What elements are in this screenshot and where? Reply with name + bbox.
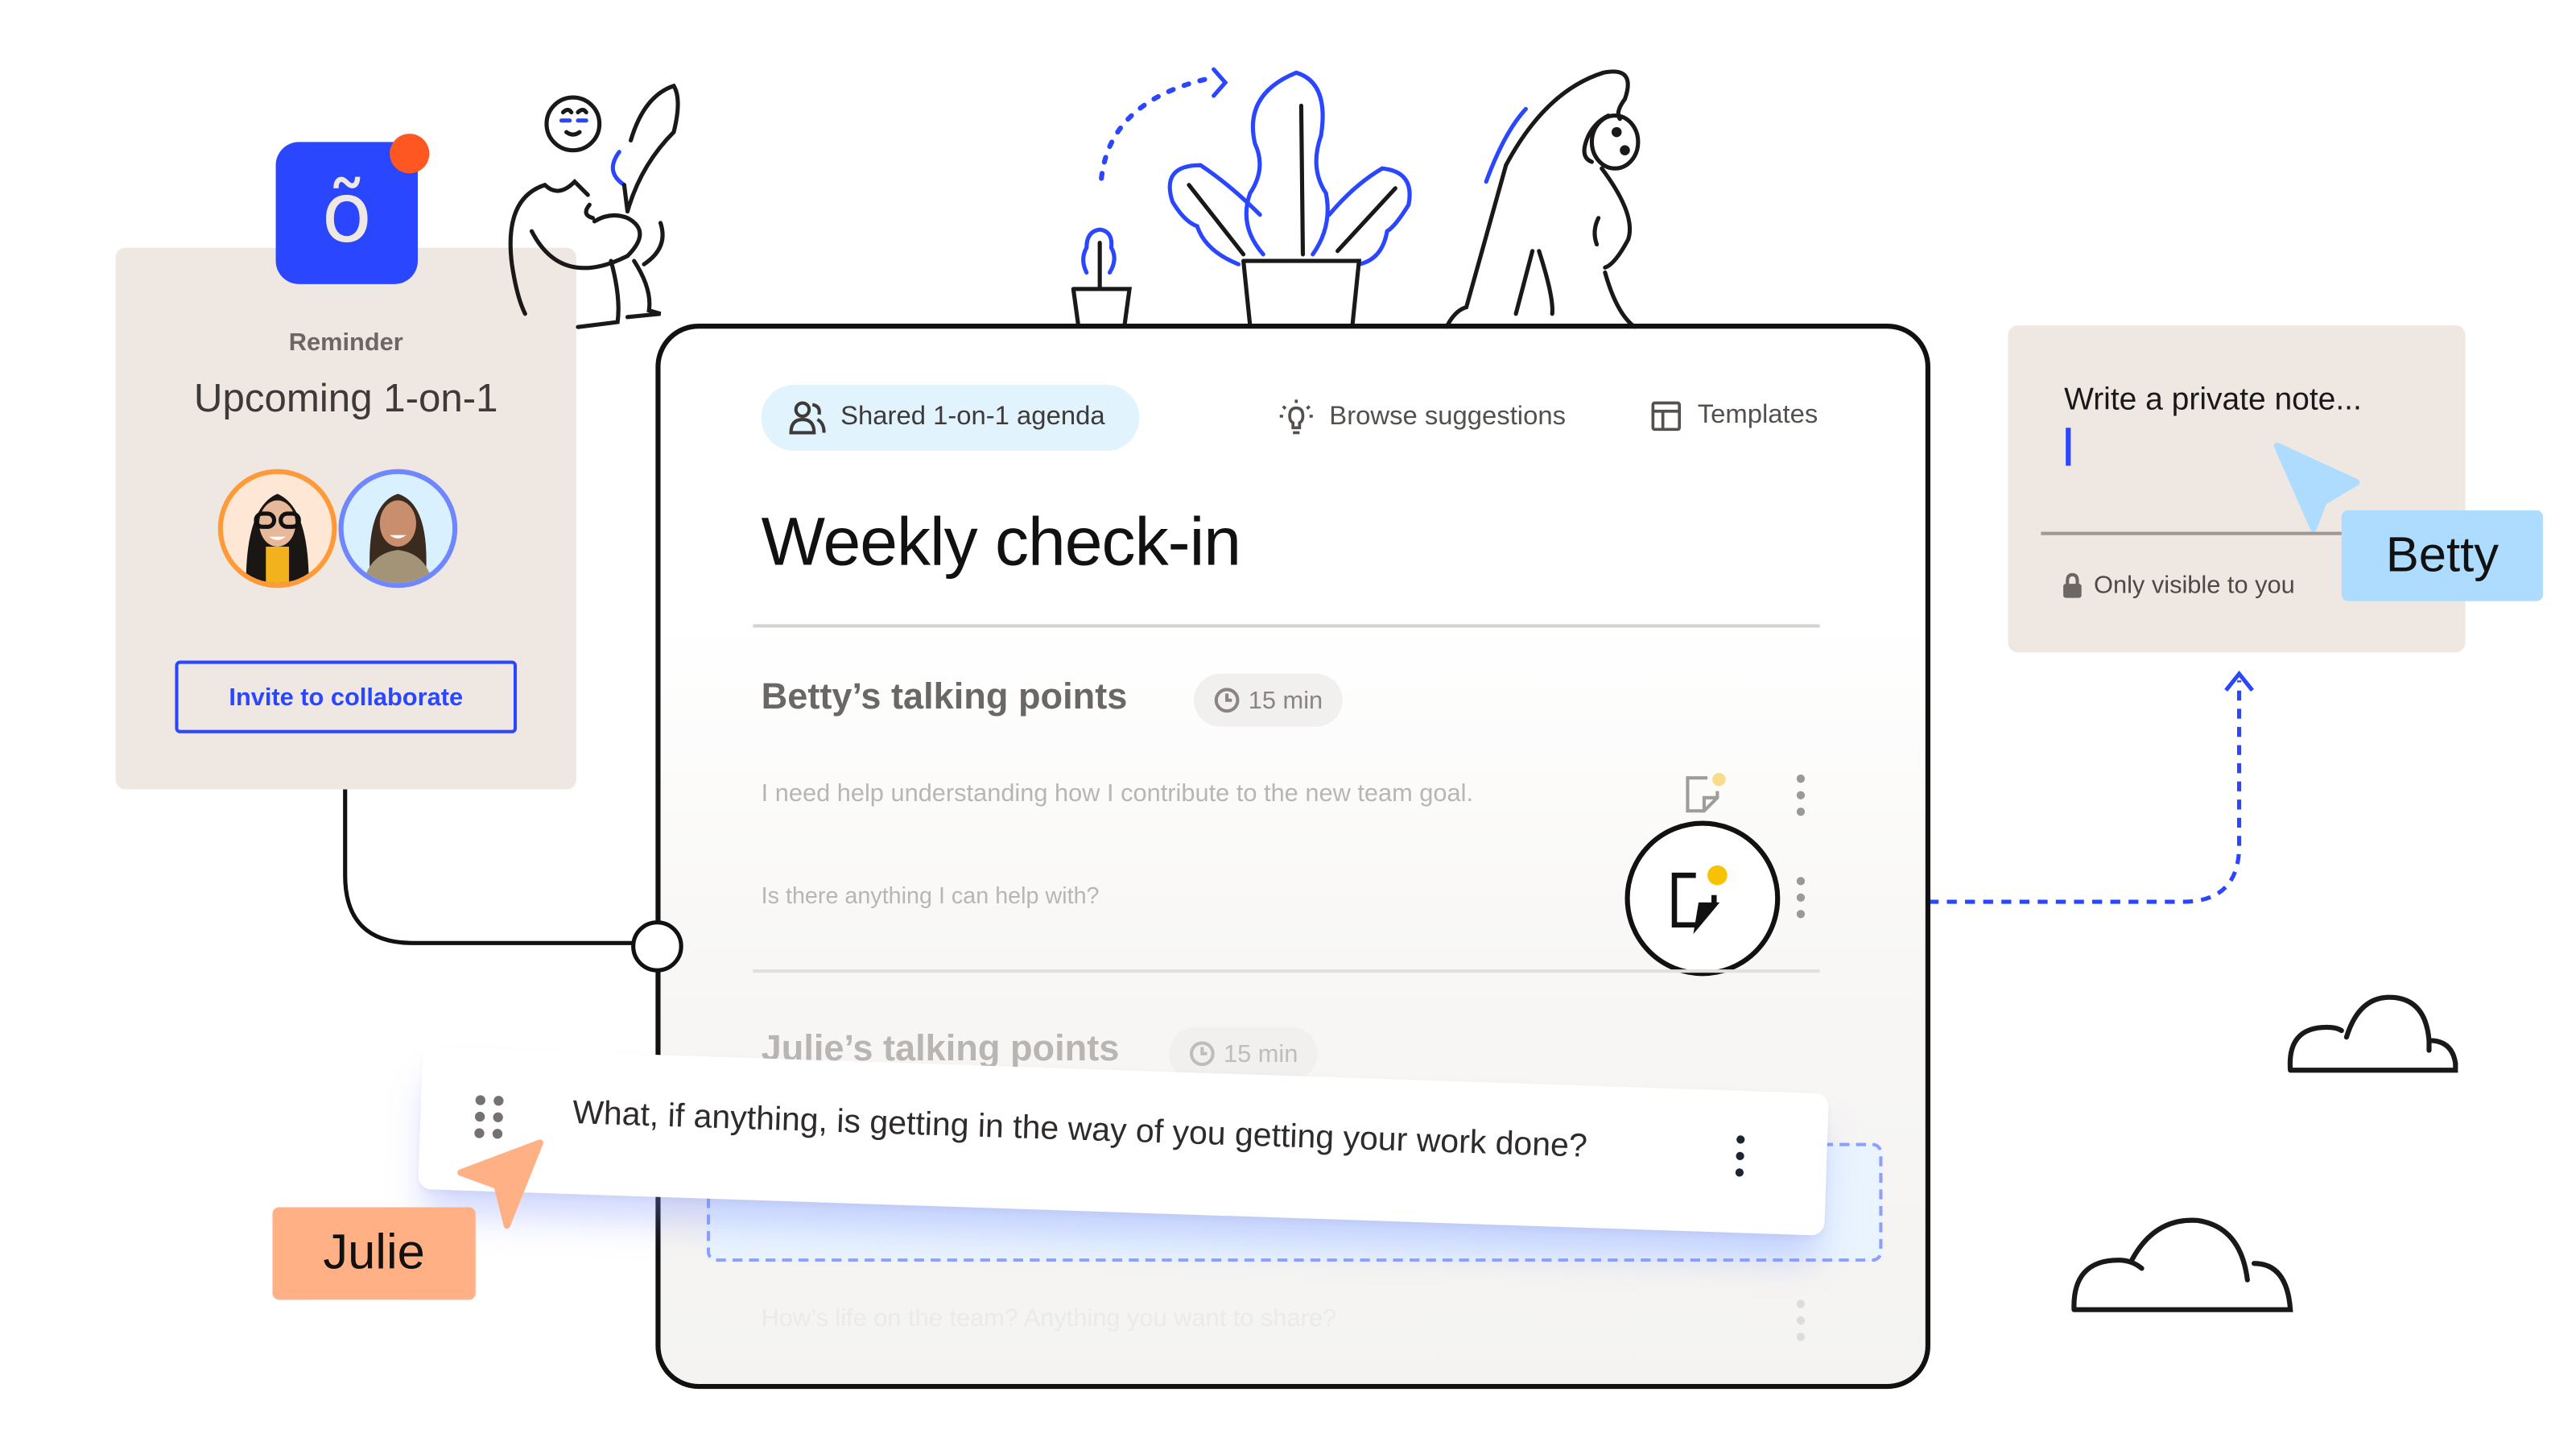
betty-cursor-label: Betty	[2341, 510, 2544, 601]
talking-point[interactable]: I need help understanding how I contribu…	[762, 779, 1473, 808]
private-note-input[interactable]: Write a private note...	[2064, 383, 2362, 419]
lightbulb-icon	[1279, 399, 1313, 435]
invite-to-collaborate-button[interactable]: Invite to collaborate	[175, 660, 518, 733]
avatar-participant-2	[338, 469, 458, 589]
title-divider	[753, 624, 1820, 628]
person-holding-plant-illustration	[508, 83, 680, 329]
small-plant-illustration	[1071, 227, 1133, 328]
person-photo-icon	[246, 494, 309, 584]
sticky-note-icon	[1671, 865, 1728, 935]
reminder-title: Upcoming 1-on-1	[193, 376, 498, 422]
clock-icon	[1189, 1041, 1215, 1067]
talking-point-text: What, if anything, is getting in the way…	[572, 1095, 1588, 1166]
clock-icon	[1214, 688, 1240, 713]
note-icon[interactable]	[1684, 771, 1727, 814]
private-note-panel	[2008, 325, 2466, 653]
person-photo-icon	[363, 494, 433, 584]
text-caret	[2066, 428, 2071, 466]
drag-handle-icon[interactable]	[474, 1095, 504, 1139]
shared-agenda-tab[interactable]: Shared 1-on-1 agenda	[761, 384, 1140, 452]
julie-cursor-label: Julie	[272, 1207, 476, 1300]
more-options-icon[interactable]	[1734, 1135, 1745, 1177]
talking-point[interactable]: Is there anything I can help with?	[762, 882, 1100, 908]
talking-point[interactable]: How’s life on the team? Anything you wan…	[762, 1305, 1336, 1333]
more-options-icon[interactable]	[1795, 775, 1805, 816]
section-divider	[753, 969, 1820, 973]
connector-node	[631, 920, 683, 973]
browse-suggestions-button[interactable]: Browse suggestions	[1277, 398, 1566, 437]
cloud-icon	[2287, 994, 2458, 1073]
more-options-icon[interactable]	[1795, 1299, 1805, 1341]
browse-suggestions-label: Browse suggestions	[1329, 403, 1567, 432]
duration-badge: 15 min	[1194, 673, 1343, 727]
template-layout-icon	[1651, 401, 1682, 432]
reminder-label: Reminder	[288, 328, 403, 357]
lock-icon	[2063, 572, 2082, 598]
templates-label: Templates	[1697, 401, 1818, 430]
shared-agenda-label: Shared 1-on-1 agenda	[840, 403, 1105, 432]
visibility-notice: Only visible to you	[2062, 572, 2295, 600]
section-title-betty: Betty’s talking points	[761, 675, 1128, 717]
notification-dot-icon	[390, 134, 430, 174]
stretching-person-illustration	[1444, 69, 1641, 329]
users-icon	[789, 401, 826, 435]
large-plant-illustration	[1167, 70, 1412, 328]
add-private-note-button[interactable]	[1624, 820, 1781, 977]
cloud-icon	[2071, 1217, 2293, 1312]
agenda-title: Weekly check-in	[761, 503, 1241, 580]
avatar-participant-1	[217, 469, 337, 589]
more-options-icon[interactable]	[1795, 877, 1805, 919]
templates-button[interactable]: Templates	[1648, 398, 1818, 434]
